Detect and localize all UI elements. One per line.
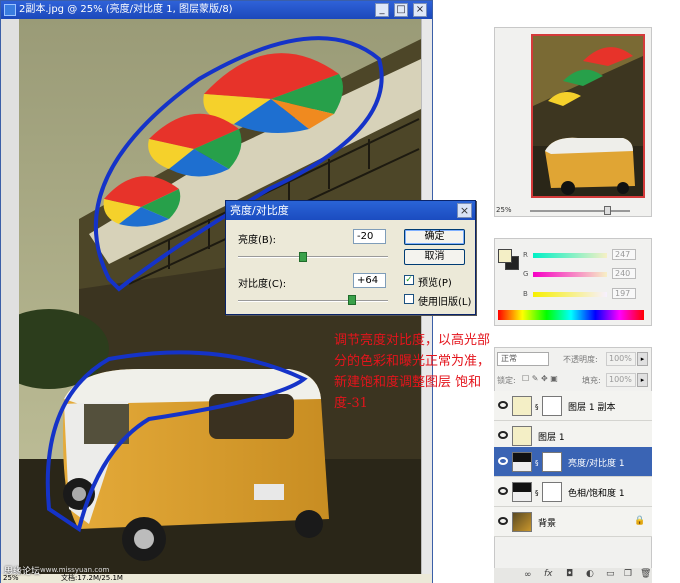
eye-icon[interactable] (498, 487, 508, 495)
brightness-contrast-dialog: 亮度/对比度 × 亮度(B): -20 对比度(C): +64 确定 取消 ✓ … (225, 200, 476, 315)
navigator-zoom: 25% (496, 206, 512, 214)
fill-arrow-button[interactable]: ▸ (637, 373, 648, 387)
layer-name: 背景 (538, 519, 557, 529)
layer-name: 色相/饱和度 1 (568, 489, 625, 499)
canvas-left-gutter (1, 19, 19, 574)
eye-icon[interactable] (498, 401, 508, 409)
new-layer-icon[interactable]: ❐ (624, 569, 632, 579)
b-value[interactable]: 197 (612, 288, 636, 299)
status-doc-size: 文档:17.2M/25.1M (61, 574, 123, 582)
layer-thumbnail (512, 396, 532, 416)
lock-label: 锁定: (497, 376, 516, 385)
layer-thumbnail (512, 482, 532, 502)
lock-icons[interactable]: ☐ ✎ ✥ ▣ (522, 374, 558, 383)
ok-button[interactable]: 确定 (404, 229, 465, 245)
fill-label: 填充: (582, 376, 601, 385)
eye-icon[interactable] (498, 517, 508, 525)
chain-link-icon[interactable]: § (535, 489, 539, 497)
maximize-button[interactable]: □ (394, 3, 408, 17)
dialog-titlebar[interactable]: 亮度/对比度 × (226, 201, 475, 220)
navigator-preview-image (533, 36, 643, 196)
watermark-url: www.missyuan.com (40, 566, 110, 574)
fx-icon[interactable]: fx (544, 569, 553, 579)
legacy-checkbox[interactable] (404, 294, 414, 304)
contrast-slider-thumb[interactable] (348, 295, 356, 305)
r-label: R (523, 251, 528, 259)
watermark-site: 思缘论坛 (4, 567, 41, 577)
status-bar: 25% 文档:17.2M/25.1M (1, 574, 432, 583)
layer-name: 图层 1 (538, 433, 565, 443)
cancel-button[interactable]: 取消 (404, 249, 465, 265)
g-label: G (523, 270, 529, 278)
contrast-input[interactable]: +64 (353, 273, 386, 288)
dialog-title: 亮度/对比度 (230, 204, 289, 217)
layer-row[interactable]: § 图层 1 副本 (494, 391, 652, 421)
opacity-label: 不透明度: (563, 355, 598, 364)
g-value[interactable]: 240 (612, 268, 636, 279)
document-titlebar[interactable]: 2副本.jpg @ 25% (亮度/对比度 1, 图层蒙版/8) (1, 1, 432, 19)
contrast-slider-track[interactable] (238, 300, 388, 302)
layers-toolbar: ∞ fx ◘ ◐ ▭ ❐ 🗑 (494, 568, 652, 583)
minimize-button[interactable]: _ (375, 3, 389, 17)
brightness-slider-track[interactable] (238, 256, 388, 258)
layer-thumbnail (512, 452, 532, 472)
brightness-label: 亮度(B): (238, 235, 277, 246)
mask-icon[interactable]: ◘ (566, 569, 573, 579)
trash-icon[interactable]: 🗑 (640, 569, 651, 579)
opacity-arrow-button[interactable]: ▸ (637, 352, 648, 366)
b-label: B (523, 290, 528, 298)
adjustment-icon[interactable]: ◐ (586, 569, 594, 579)
layer-thumbnail (512, 512, 532, 532)
blend-mode-select[interactable]: 正常 (497, 352, 549, 366)
chain-link-icon[interactable]: § (535, 459, 539, 467)
lock-icon: 🔒 (634, 516, 646, 526)
contrast-label: 对比度(C): (238, 279, 287, 290)
layer-name: 图层 1 副本 (568, 403, 616, 413)
color-spectrum-bar[interactable] (498, 310, 644, 320)
eye-icon[interactable] (498, 431, 508, 439)
photoshop-doc-icon (4, 4, 16, 16)
navigator-zoom-slider-track[interactable] (530, 210, 630, 212)
layer-thumbnail (512, 426, 532, 446)
foreground-color-swatch[interactable] (498, 249, 512, 263)
link-icon[interactable]: ∞ (524, 570, 532, 580)
layer-mask-thumbnail[interactable] (542, 396, 562, 416)
folder-icon[interactable]: ▭ (606, 569, 615, 579)
r-value[interactable]: 247 (612, 249, 636, 260)
layer-mask-thumbnail[interactable] (542, 482, 562, 502)
navigator-thumbnail[interactable] (531, 34, 645, 198)
chain-link-icon[interactable]: § (535, 403, 539, 411)
preview-label: 预览(P) (418, 278, 452, 289)
r-channel-bar[interactable] (533, 253, 607, 258)
legacy-label: 使用旧版(L) (418, 297, 472, 308)
layer-name: 亮度/对比度 1 (568, 459, 625, 469)
navigator-zoom-slider-thumb[interactable] (604, 206, 611, 215)
brightness-slider-thumb[interactable] (299, 252, 307, 262)
layer-row[interactable]: § 亮度/对比度 1 (494, 447, 652, 477)
layer-mask-thumbnail[interactable] (542, 452, 562, 472)
dialog-close-button[interactable]: × (457, 203, 472, 218)
layer-row[interactable]: § 色相/饱和度 1 (494, 477, 652, 507)
b-channel-bar[interactable] (533, 292, 607, 297)
eye-icon[interactable] (498, 457, 508, 465)
opacity-input[interactable]: 100% (606, 352, 636, 366)
close-button[interactable]: × (413, 3, 427, 17)
brightness-input[interactable]: -20 (353, 229, 386, 244)
fill-input[interactable]: 100% (606, 373, 636, 387)
annotation-text: 调节亮度对比度，以高光部分的色彩和曝光正常为准，新建饱和度调整图层 饱和度-31 (334, 333, 491, 411)
preview-checkbox[interactable]: ✓ (404, 275, 414, 285)
document-title: 2副本.jpg @ 25% (亮度/对比度 1, 图层蒙版/8) (19, 4, 233, 15)
layer-row[interactable]: 背景 🔒 (494, 507, 652, 537)
g-channel-bar[interactable] (533, 272, 607, 277)
